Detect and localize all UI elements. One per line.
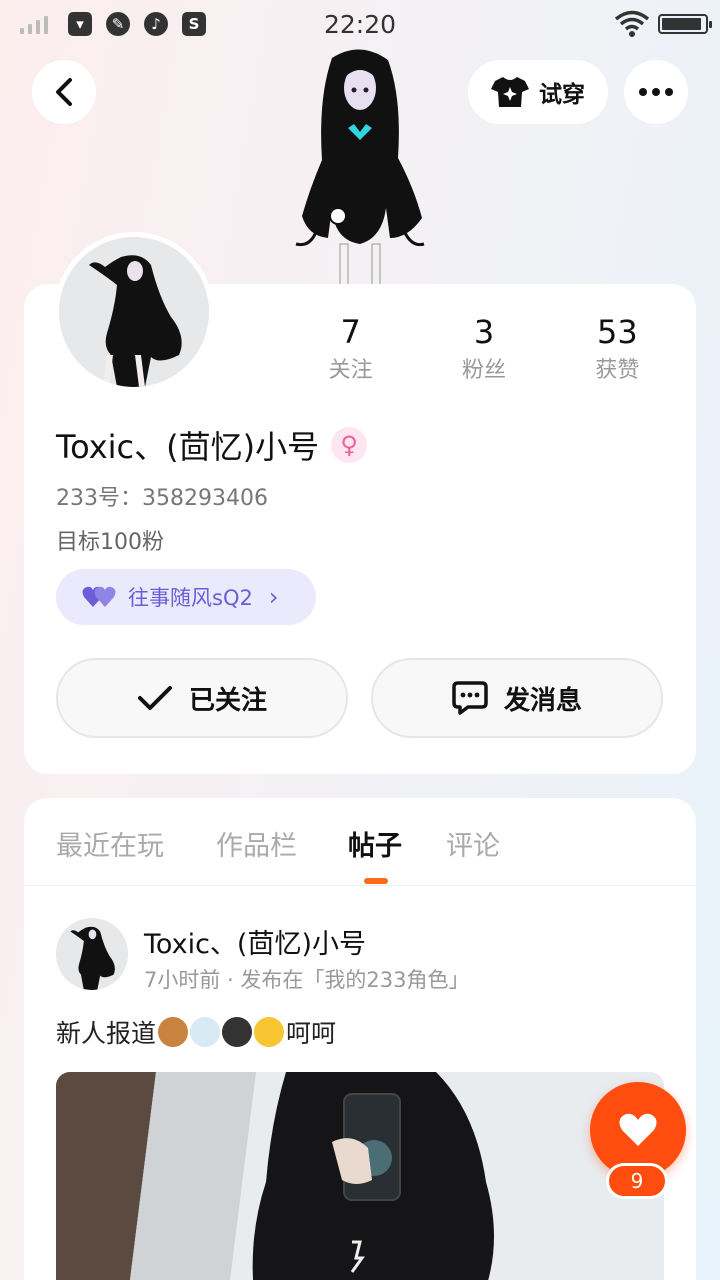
- stat-value: 3: [473, 313, 495, 351]
- tab-posts[interactable]: 帖子: [348, 824, 402, 863]
- profile-tabs: 最近在玩 作品栏 帖子 评论: [24, 798, 696, 886]
- moon-face-emoji-icon: [254, 1017, 285, 1047]
- stat-label: 粉丝: [461, 358, 506, 383]
- relationship-label: 往事随风sQ2: [128, 586, 253, 610]
- stat-following[interactable]: 7 关注: [284, 310, 417, 388]
- status-bar: ▾ ✎ ♪ S 22:20: [0, 0, 720, 50]
- back-button[interactable]: [32, 60, 96, 124]
- heart-icon: [619, 1113, 657, 1146]
- profile-stats: 7 关注 3 粉丝 53 获赞: [284, 310, 684, 388]
- post-photo: [56, 1072, 664, 1280]
- battery-level: [662, 18, 701, 30]
- following-label: 已关注: [188, 685, 267, 716]
- wifi-icon: [614, 10, 650, 37]
- tab-comments[interactable]: 评论: [446, 824, 500, 863]
- new-moon-face-emoji-icon: [222, 1017, 253, 1047]
- monkey-emoji-icon: [158, 1017, 189, 1047]
- character-avatar-image: [295, 49, 425, 288]
- user-id: 233号：358293406: [56, 486, 268, 511]
- content-card: 最近在玩 作品栏 帖子 评论 Toxic、(茴忆)小号 7小时前 · 发布在「我…: [24, 798, 696, 1280]
- post-meta: 7小时前 · 发布在「我的233角色」: [144, 968, 470, 992]
- relationship-chip[interactable]: 往事随风sQ2 ›: [56, 569, 316, 625]
- more-dot-icon: [665, 88, 673, 96]
- chat-bubble-icon: [452, 681, 488, 715]
- post-image[interactable]: [56, 1072, 664, 1280]
- try-on-label: 试穿: [539, 82, 585, 108]
- avatar-image: [59, 237, 209, 387]
- profile-avatar[interactable]: [54, 232, 214, 392]
- dash-emoji-icon: [190, 1017, 221, 1047]
- post-text-start: 新人报道: [56, 1019, 157, 1048]
- chevron-right-icon: ›: [268, 583, 279, 611]
- following-button[interactable]: 已关注: [56, 658, 348, 738]
- avatar-image: [56, 918, 128, 990]
- post-author-avatar[interactable]: [56, 918, 128, 990]
- more-options-button[interactable]: [624, 60, 688, 124]
- clock: 22:20: [323, 10, 397, 39]
- user-bio: 目标100粉: [56, 530, 164, 555]
- username-row: Toxic、(茴忆)小号 ♀: [56, 422, 368, 468]
- stat-fans[interactable]: 3 粉丝: [417, 310, 550, 388]
- post-author-name[interactable]: Toxic、(茴忆)小号: [144, 922, 366, 961]
- chevron-left-icon: [56, 78, 72, 106]
- try-on-button[interactable]: 试穿: [468, 60, 608, 124]
- tshirt-sparkle-icon: [491, 77, 529, 107]
- tab-recently-played[interactable]: 最近在玩: [56, 824, 164, 863]
- like-count-badge: 9: [606, 1163, 668, 1199]
- more-dot-icon: [639, 88, 647, 96]
- username: Toxic、(茴忆)小号: [56, 428, 320, 466]
- stat-label: 关注: [328, 358, 373, 383]
- stat-value: 53: [596, 313, 638, 351]
- female-gender-icon: ♀: [331, 427, 368, 463]
- send-message-button[interactable]: 发消息: [371, 658, 663, 738]
- battery-icon: [658, 14, 712, 34]
- stat-value: 7: [340, 313, 361, 351]
- double-heart-icon: [82, 586, 116, 607]
- checkmark-icon: [137, 686, 172, 710]
- stat-label: 获赞: [595, 358, 640, 383]
- stat-likes[interactable]: 53 获赞: [551, 310, 684, 388]
- active-tab-indicator: [364, 878, 388, 884]
- post-text: 新人报道 呵呵: [56, 1014, 336, 1050]
- tab-works[interactable]: 作品栏: [216, 824, 297, 863]
- post-text-end: 呵呵: [286, 1019, 337, 1048]
- send-message-label: 发消息: [503, 685, 582, 716]
- more-dot-icon: [652, 88, 660, 96]
